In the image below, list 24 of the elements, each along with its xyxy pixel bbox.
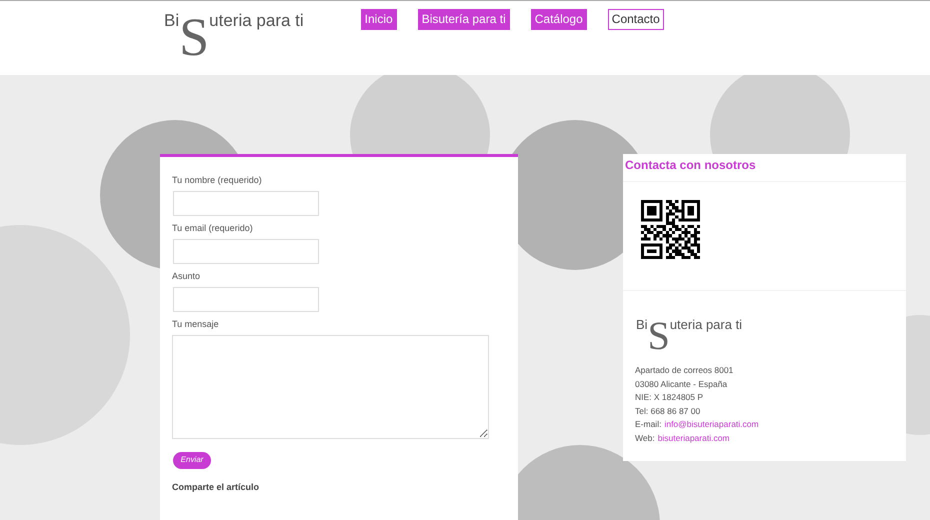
submit-button[interactable]: Enviar [173, 452, 211, 468]
field-label: Tu mensaje [172, 319, 220, 330]
field-label: Tu nombre (requerido) [172, 175, 263, 186]
input-field[interactable] [173, 239, 319, 264]
contact-text: Tel: 668 86 87 00 [635, 404, 700, 418]
contact-text: E-mail: [635, 418, 662, 432]
nav-link[interactable]: Bisutería para ti [418, 9, 510, 30]
nav-link[interactable]: Inicio [360, 9, 397, 30]
sidebar-title: Contacta con nosotros [624, 157, 757, 174]
input-field[interactable] [173, 191, 319, 216]
contact-text: NIE: X 1824805 P [635, 391, 704, 404]
contact-link[interactable]: info@bisuteriaparati.com [664, 418, 759, 432]
input-field[interactable] [173, 287, 319, 312]
field-label: Tu email (requerido) [172, 223, 254, 234]
share-heading: Comparte el artículo [172, 482, 260, 493]
qr-code-icon [641, 200, 700, 259]
nav-link[interactable]: Contacto [608, 9, 664, 30]
contact-text: 03080 Alicante - España [635, 378, 728, 391]
nav-link[interactable]: Catálogo [530, 9, 587, 30]
contact-text: Apartado de correos 8001 [635, 364, 734, 377]
contact-link[interactable]: bisuteriaparati.com [658, 432, 730, 446]
field-label: Asunto [172, 271, 202, 282]
contact-text: Web: [635, 432, 655, 445]
message-field[interactable] [172, 335, 489, 439]
